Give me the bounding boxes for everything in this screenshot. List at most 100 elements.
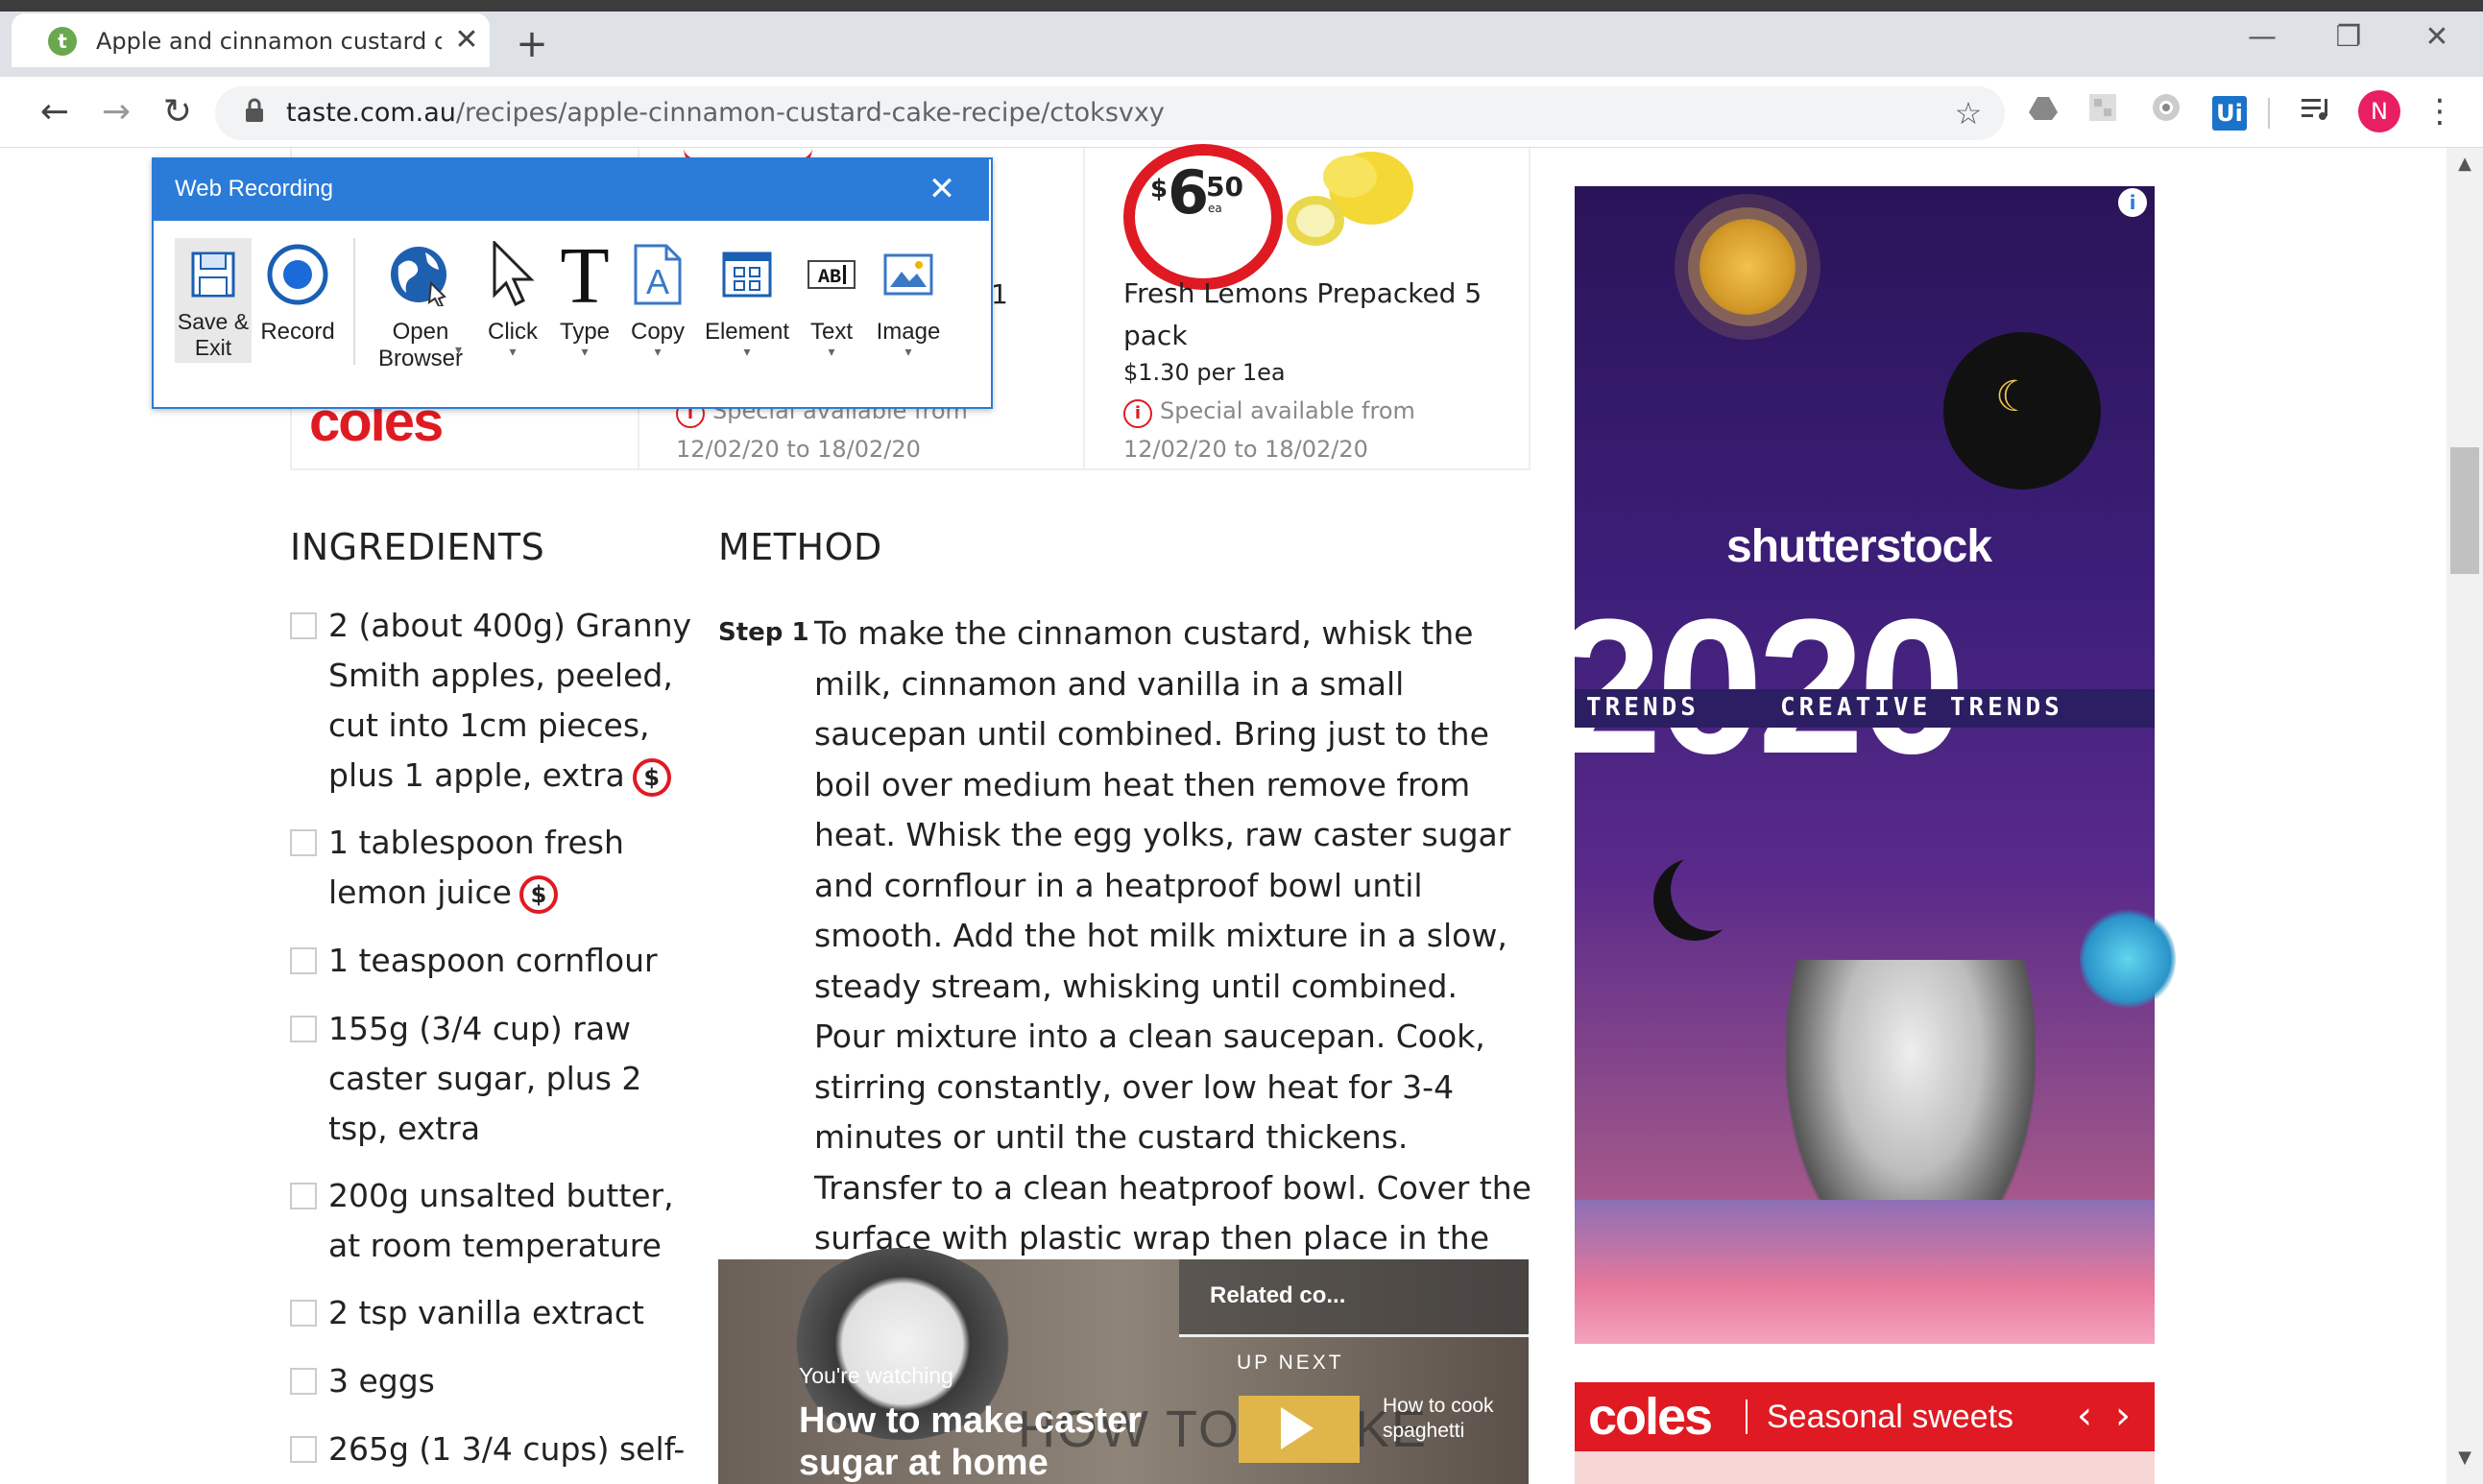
image-button[interactable]: Image ▾ xyxy=(870,236,947,371)
video-title[interactable]: How to make caster sugar at home xyxy=(799,1400,1202,1484)
click-caret-icon[interactable]: ▾ xyxy=(480,346,545,359)
play-icon[interactable] xyxy=(1281,1407,1314,1449)
new-tab-button[interactable]: + xyxy=(509,21,555,67)
back-icon[interactable]: ← xyxy=(31,88,79,136)
ad-info-icon[interactable]: i xyxy=(2118,188,2147,217)
element-caret-icon[interactable]: ▾ xyxy=(699,346,795,359)
copy-button[interactable]: A Copy ▾ xyxy=(624,236,691,371)
ad-hills-illustration xyxy=(1575,1200,2155,1344)
ingredient-item[interactable]: 1 teaspoon cornflour xyxy=(290,936,693,986)
price-dollar-sign: $ xyxy=(1150,175,1169,203)
text-icon: AB xyxy=(801,236,862,313)
svg-text:T: T xyxy=(560,241,609,308)
text-label: Text xyxy=(809,319,853,345)
ingredient-checkbox[interactable] xyxy=(290,1183,317,1209)
ingredient-label: 1 tablespoon fresh lemon juice xyxy=(328,824,624,911)
forward-icon[interactable]: → xyxy=(92,88,140,136)
chevron-left-icon[interactable]: ‹ xyxy=(2070,1394,2099,1438)
camera-icon[interactable] xyxy=(2145,92,2187,134)
cursor-icon xyxy=(480,236,545,313)
scroll-up-icon[interactable]: ▲ xyxy=(2454,154,2475,175)
playlist-icon[interactable] xyxy=(2295,92,2337,134)
type-icon: T xyxy=(553,236,616,313)
ingredient-item[interactable]: 155g (3/4 cup) raw caster sugar, plus 2 … xyxy=(290,1004,693,1154)
ingredient-label: 1 teaspoon cornflour xyxy=(328,942,658,979)
now-watching-label: You're watching xyxy=(799,1363,953,1388)
restore-button[interactable]: ❐ xyxy=(2320,13,2377,61)
scroll-down-icon[interactable]: ▼ xyxy=(2454,1448,2475,1469)
element-button[interactable]: Element ▾ xyxy=(699,236,795,371)
url-text[interactable]: taste.com.au/recipes/apple-cinnamon-cust… xyxy=(286,98,1165,129)
ingredient-checkbox[interactable] xyxy=(290,1300,317,1327)
taste-favicon-icon: t xyxy=(48,27,77,56)
ingredient-text: 1 tablespoon fresh lemon juice $ xyxy=(328,818,693,918)
click-button[interactable]: Click ▾ xyxy=(480,236,545,371)
ingredient-checkbox[interactable] xyxy=(290,1436,317,1463)
special-notice: i Special available from xyxy=(1123,397,1415,428)
ad-year: 2020 xyxy=(1555,580,1965,794)
ad-brand: shutterstock xyxy=(1726,521,1992,572)
url-path: /recipes/apple-cinnamon-custard-cake-rec… xyxy=(455,98,1165,128)
ingredient-checkbox[interactable] xyxy=(290,829,317,856)
svg-text:AB: AB xyxy=(818,267,841,289)
web-recording-title: Web Recording xyxy=(175,176,333,202)
click-label: Click xyxy=(488,319,538,345)
type-caret-icon[interactable]: ▾ xyxy=(553,346,616,359)
ingredient-checkbox[interactable] xyxy=(290,1016,317,1042)
ad-trends-main: CREATIVE TRENDS xyxy=(1780,693,2063,722)
step-text: To make the cinnamon custard, whisk the … xyxy=(814,614,1531,1307)
ingredient-item[interactable]: 265g (1 3/4 cups) self- xyxy=(290,1424,693,1474)
ingredient-checkbox[interactable] xyxy=(290,1368,317,1395)
copy-icon: A xyxy=(624,236,691,313)
drive-icon[interactable] xyxy=(2022,92,2064,134)
price-main: 6 xyxy=(1168,157,1210,227)
record-label: Record xyxy=(260,319,335,345)
ingredient-checkbox[interactable] xyxy=(290,947,317,974)
type-label: Type xyxy=(559,319,611,345)
ingredient-item[interactable]: 3 eggs xyxy=(290,1356,693,1406)
record-button[interactable]: Record xyxy=(255,236,340,371)
uipath-icon[interactable]: Ui xyxy=(2212,96,2247,131)
product-name[interactable]: Fresh Lemons Prepacked 5 pack xyxy=(1123,273,1527,357)
product-divider xyxy=(1083,148,1085,468)
coles-price-icon[interactable]: $ xyxy=(518,874,558,914)
ad-crescent-illustration xyxy=(1671,849,1753,931)
ingredients-heading: INGREDIENTS xyxy=(290,526,545,568)
reload-icon[interactable]: ↻ xyxy=(154,88,202,136)
lemons-product-image[interactable] xyxy=(1283,148,1427,253)
extension-grid-icon[interactable] xyxy=(2082,92,2124,134)
more-menu-icon[interactable]: ⋮ xyxy=(2423,90,2456,132)
chevron-right-icon[interactable]: › xyxy=(2109,1394,2137,1438)
info-icon: i xyxy=(1123,399,1152,428)
tab-title: Apple and cinnamon custard cak xyxy=(96,28,442,55)
bookmark-star-icon[interactable]: ☆ xyxy=(1949,92,1988,134)
window-close-button[interactable]: ✕ xyxy=(2408,13,2466,61)
text-caret-icon[interactable]: ▾ xyxy=(801,346,862,359)
element-icon xyxy=(699,236,795,313)
coles-banner-separator xyxy=(1746,1400,1748,1434)
price-unit: ea xyxy=(1208,202,1222,215)
ingredient-item[interactable]: 200g unsalted butter, at room temperatur… xyxy=(290,1171,693,1271)
tab-close-icon[interactable]: ✕ xyxy=(449,23,484,58)
ingredient-checkbox[interactable] xyxy=(290,612,317,639)
copy-caret-icon[interactable]: ▾ xyxy=(624,346,691,359)
ingredient-item[interactable]: 1 tablespoon fresh lemon juice $ xyxy=(290,818,693,918)
up-next-title[interactable]: How to cook spaghetti xyxy=(1383,1394,1517,1444)
web-recording-close-icon[interactable]: ✕ xyxy=(918,167,966,211)
browser-tab[interactable]: t Apple and cinnamon custard cak ✕ xyxy=(12,13,490,67)
svg-text:A: A xyxy=(646,262,669,301)
save-exit-button[interactable]: Save & Exit xyxy=(175,236,252,371)
minimize-button[interactable]: — xyxy=(2233,13,2291,61)
ingredient-item[interactable]: 2 (about 400g) Granny Smith apples, peel… xyxy=(290,601,693,801)
scroll-thumb[interactable] xyxy=(2450,447,2479,574)
open-browser-caret-icon[interactable]: ▾ xyxy=(455,344,462,357)
type-button[interactable]: T Type ▾ xyxy=(553,236,616,371)
crescent-moon-icon: ☾ xyxy=(1995,372,2034,421)
image-caret-icon[interactable]: ▾ xyxy=(870,346,947,359)
coles-price-icon[interactable]: $ xyxy=(632,757,671,797)
text-button[interactable]: AB Text ▾ xyxy=(801,236,862,371)
ingredient-item[interactable]: 2 tsp vanilla extract xyxy=(290,1288,693,1338)
profile-avatar[interactable]: N xyxy=(2358,90,2400,132)
page-scrollbar[interactable] xyxy=(2447,148,2483,1484)
lock-icon[interactable] xyxy=(244,98,273,127)
